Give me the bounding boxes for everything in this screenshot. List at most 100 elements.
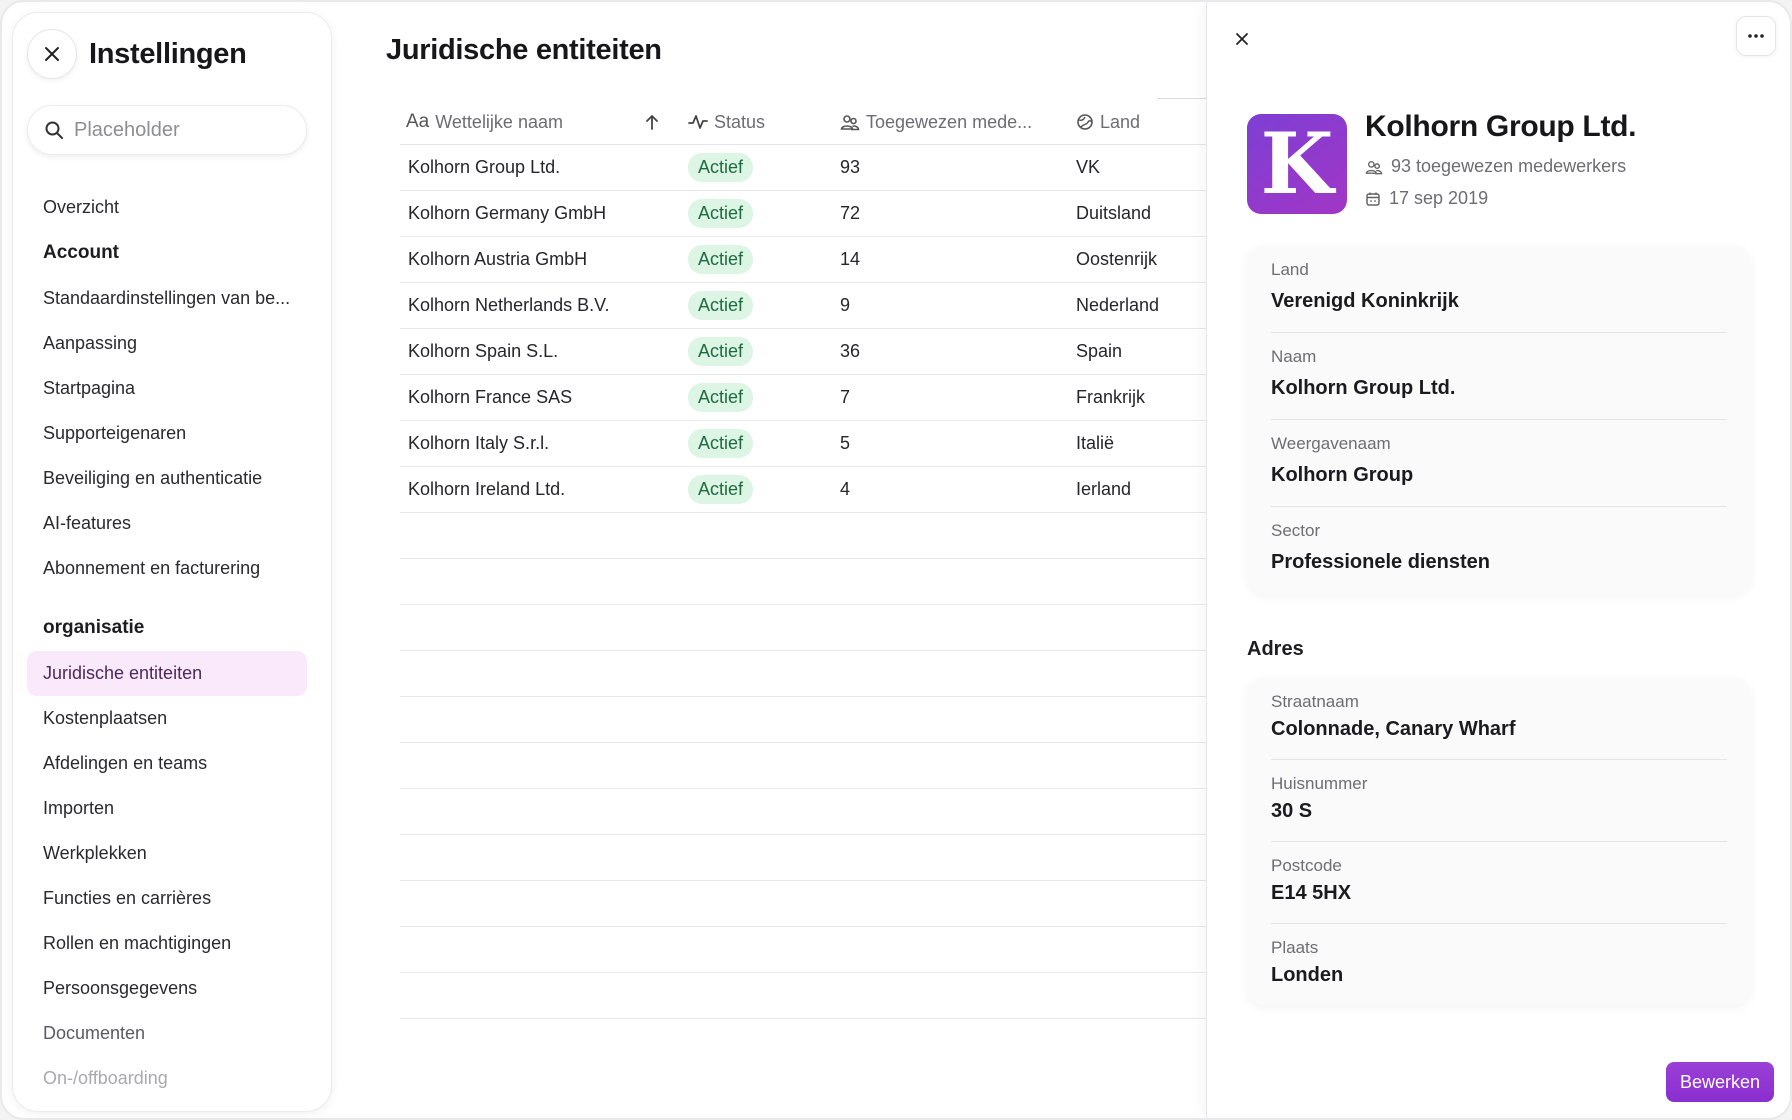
more-options-button[interactable] (1736, 16, 1776, 56)
main-content: Juridische entiteiten Aa Wettelijke naam… (332, 2, 1206, 1118)
sidebar-item[interactable]: Startpagina (27, 366, 307, 411)
entity-name-cell: Kolhorn Netherlands B.V. (408, 295, 610, 315)
field-value: Kolhorn Group (1271, 464, 1414, 486)
status-badge: Actief (688, 199, 754, 228)
sidebar-item[interactable]: Functies en carrières (27, 876, 307, 921)
empty-table-row (400, 835, 1206, 881)
search-input[interactable] (74, 118, 294, 142)
page-title: Juridische entiteiten (386, 34, 662, 66)
sidebar-item[interactable]: Standaardinstellingen van be... (27, 276, 307, 321)
column-header-country[interactable]: Land (1076, 112, 1206, 133)
sidebar-nav: Overzicht Account Standaardinstellingen va… (27, 185, 307, 1101)
table-body: Kolhorn Group Ltd. Actief 93 VK Kolhorn Germ… (400, 145, 1206, 1019)
detail-field: Sector Professionele diensten (1271, 507, 1727, 594)
globe-icon (1077, 114, 1093, 130)
close-panel-button[interactable] (1227, 24, 1257, 54)
address-section-title: Adres (1247, 638, 1304, 660)
sidebar-item[interactable]: Afdelingen en teams (27, 741, 307, 786)
details-card: Land Verenigd Koninkrijk Naam Kolhorn Group… (1247, 246, 1751, 594)
sidebar-item[interactable]: Importen (27, 786, 307, 831)
detail-field: Postcode E14 5HX (1271, 842, 1727, 924)
empty-table-row (400, 651, 1206, 697)
field-value: Professionele diensten (1271, 551, 1490, 573)
empty-table-row (400, 513, 1206, 559)
edit-button[interactable]: Bewerken (1666, 1062, 1774, 1102)
table-row[interactable]: Kolhorn Netherlands B.V. Actief 9 Nederland (400, 283, 1206, 329)
logo-letter: K (1260, 114, 1334, 213)
sidebar-item[interactable]: Supporteigenaren (27, 411, 307, 456)
column-header-status[interactable]: Status (688, 112, 840, 133)
status-badge: Actief (688, 245, 754, 274)
date-meta: 17 sep 2019 (1365, 188, 1488, 209)
employees-cell: 14 (840, 249, 861, 269)
employees-cell: 5 (840, 433, 851, 453)
search-field[interactable] (27, 105, 307, 155)
sidebar-item[interactable]: AI-features (27, 501, 307, 546)
field-label: Plaats (1271, 938, 1319, 957)
status-badge: Actief (688, 337, 754, 366)
app-window: Instellingen Overzicht Account Standaardin… (0, 0, 1792, 1120)
table-row[interactable]: Kolhorn Austria GmbH Actief 14 Oostenrijk (400, 237, 1206, 283)
address-card: Straatnaam Colonnade, Canary Wharf Huisnum… (1247, 678, 1751, 1006)
field-value: Verenigd Koninkrijk (1271, 290, 1459, 312)
employees-cell: 93 (840, 157, 861, 177)
entity-name-cell: Kolhorn Group Ltd. (408, 157, 561, 177)
table-row[interactable]: Kolhorn Ireland Ltd. Actief 4 Ierland (400, 467, 1206, 513)
status-badge: Actief (688, 475, 754, 504)
employees-cell: 7 (840, 387, 851, 407)
field-value: Kolhorn Group Ltd. (1271, 377, 1456, 399)
entity-name-cell: Kolhorn Germany GmbH (408, 203, 607, 223)
empty-table-row (400, 789, 1206, 835)
status-badge: Actief (688, 291, 754, 320)
field-value: Colonnade, Canary Wharf (1271, 718, 1516, 740)
sidebar-item[interactable]: Rollen en machtigingen (27, 921, 307, 966)
employees-cell: 36 (840, 341, 861, 361)
company-logo: K (1247, 114, 1347, 214)
divider (1158, 98, 1206, 99)
sidebar-item[interactable]: Documenten (27, 1011, 307, 1056)
empty-table-row (400, 559, 1206, 605)
status-cell: Actief (688, 337, 840, 366)
text-type-icon: Aa (406, 111, 430, 132)
table-row[interactable]: Kolhorn Germany GmbH Actief 72 Duitsland (400, 191, 1206, 237)
table-row[interactable]: Kolhorn Group Ltd. Actief 93 VK (400, 145, 1206, 191)
sidebar-header: Instellingen (27, 29, 247, 79)
detail-field: Plaats Londen (1271, 924, 1727, 1006)
sidebar-item[interactable]: Beveiliging en authenticatie (27, 456, 307, 501)
empty-table-row (400, 697, 1206, 743)
entity-detail-panel: K Kolhorn Group Ltd. 93 toegewezen medew… (1206, 2, 1790, 1118)
sidebar-item[interactable]: Persoonsgegevens (27, 966, 307, 1011)
status-badge: Actief (688, 429, 754, 458)
sidebar-item[interactable]: On-/offboarding (27, 1056, 307, 1101)
settings-sidebar: Instellingen Overzicht Account Standaardin… (12, 12, 332, 1112)
status-badge: Actief (688, 153, 754, 182)
close-settings-button[interactable] (27, 29, 77, 79)
sidebar-item[interactable]: Aanpassing (27, 321, 307, 366)
sidebar-item[interactable]: Werkplekken (27, 831, 307, 876)
empty-table-row (400, 743, 1206, 789)
table-row[interactable]: Kolhorn France SAS Actief 7 Frankrijk (400, 375, 1206, 421)
employees-cell: 72 (840, 203, 861, 223)
country-cell: Italië (1076, 433, 1115, 453)
table-row[interactable]: Kolhorn Spain S.L. Actief 36 Spain (400, 329, 1206, 375)
entity-name-cell: Kolhorn Austria GmbH (408, 249, 588, 269)
entity-name-cell: Kolhorn Italy S.r.l. (408, 433, 550, 453)
employees-meta: 93 toegewezen medewerkers (1365, 156, 1626, 177)
column-header-name[interactable]: Aa Wettelijke naam (400, 111, 688, 133)
people-icon (1365, 160, 1383, 174)
table-row[interactable]: Kolhorn Italy S.r.l. Actief 5 Italië (400, 421, 1206, 467)
sidebar-item[interactable]: Juridische entiteiten (27, 651, 307, 696)
sidebar-item[interactable]: Kostenplaatsen (27, 696, 307, 741)
sidebar-item[interactable]: Overzicht (27, 185, 307, 230)
empty-table-row (400, 927, 1206, 973)
more-horizontal-icon (1748, 34, 1764, 38)
column-header-employees[interactable]: Toegewezen mede... (840, 112, 1076, 133)
empty-table-row (400, 973, 1206, 1019)
employees-cell: 4 (840, 479, 851, 499)
sidebar-item[interactable]: Abonnement en facturering (27, 546, 307, 591)
detail-field: Huisnummer 30 S (1271, 760, 1727, 842)
country-cell: Duitsland (1076, 203, 1152, 223)
sort-ascending-icon[interactable] (644, 113, 660, 131)
activity-icon (688, 115, 708, 129)
country-cell: VK (1076, 157, 1101, 177)
